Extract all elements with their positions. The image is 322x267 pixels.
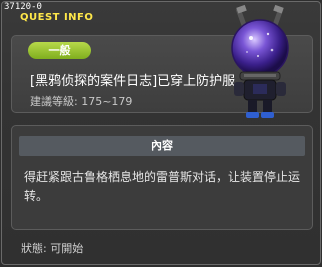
quest-status: 狀態: 可開始: [21, 242, 84, 255]
npc-diving-suit-robot-icon: [218, 4, 302, 122]
quest-id: 37120-0: [4, 2, 42, 12]
quest-description: 得赶紧跟古鲁格栖息地的雷普斯对话，让装置停止运转。: [24, 170, 301, 203]
quest-name: [黑鸦侦探的案件日志]已穿上防护服: [30, 74, 236, 89]
window-title: QUEST INFO: [20, 12, 94, 23]
quest-content-panel: 內容 得赶紧跟古鲁格栖息地的雷普斯对话，让装置停止运转。: [11, 125, 313, 230]
quest-category-badge: 一般: [28, 42, 91, 59]
recommended-level: 建議等級: 175~179: [30, 95, 133, 108]
content-header: 內容: [19, 136, 305, 156]
quest-info-window: 37120-0 QUEST INFO 一般 [黑鸦侦探的案件日志]已穿上防护服 …: [1, 1, 321, 265]
